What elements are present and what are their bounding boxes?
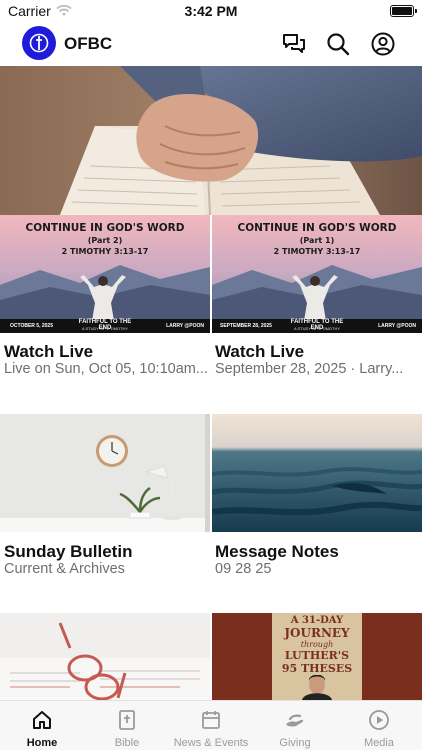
book-line-4: LUTHER'S	[284, 649, 350, 662]
tab-news-events[interactable]: News & Events	[169, 701, 253, 750]
sermon-speaker: LARRY @POON	[166, 323, 204, 329]
bulletin-image	[0, 414, 210, 532]
tile-title: Watch Live	[4, 342, 94, 361]
status-time: 3:42 PM	[184, 3, 238, 19]
sermon-heading: CONTINUE IN GOD'S WORD	[25, 222, 185, 234]
sermon-speaker: LARRY @POON	[378, 323, 416, 329]
home-icon	[33, 711, 51, 729]
sermon-series-sub: A STUDY OF 2 TIMOTHY	[293, 326, 341, 331]
message-notes-tile[interactable]	[212, 414, 422, 532]
sermon-tile-previous[interactable]: CONTINUE IN GOD'S WORD (Part 1) 2 TIMOTH…	[212, 215, 422, 333]
tile-subtitle: Current & Archives	[4, 561, 125, 577]
tab-bible[interactable]: Bible	[85, 701, 169, 750]
sermon-series-sub: A STUDY OF 2 TIMOTHY	[81, 326, 129, 331]
brand-name: OFBC	[64, 34, 113, 53]
tile-title: Sunday Bulletin	[4, 542, 133, 561]
giving-hand-icon	[286, 714, 304, 727]
sermon-heading: CONTINUE IN GOD'S WORD	[237, 222, 397, 234]
bible-icon	[119, 710, 135, 730]
tile-subtitle: Live on Sun, Oct 05, 10:10am...	[4, 361, 208, 377]
devotional-tile[interactable]	[0, 613, 210, 700]
tile-title: Watch Live	[215, 342, 305, 361]
tab-label: Media	[364, 737, 394, 749]
tile-title: Message Notes	[215, 542, 339, 561]
sermon-part: (Part 2)	[87, 236, 123, 245]
tile-subtitle: 09 28 25	[215, 561, 272, 577]
tab-label: Home	[26, 737, 58, 749]
message-notes-image	[212, 414, 422, 532]
tab-label: Bible	[114, 737, 140, 749]
sermon-scripture: 2 TIMOTHY 3:13-17	[61, 247, 149, 256]
church-logo[interactable]	[22, 26, 56, 60]
bulletin-tile[interactable]	[0, 414, 210, 532]
tile-subtitle: September 28, 2025 · Larry...	[215, 361, 404, 377]
book-line-2: JOURNEY	[284, 626, 350, 640]
book-line-3: through	[300, 640, 334, 649]
tab-media[interactable]: Media	[337, 701, 421, 750]
battery-icon	[390, 5, 417, 17]
sermon-part: (Part 1)	[299, 236, 335, 245]
profile-icon[interactable]	[370, 31, 396, 57]
luther-book-tile[interactable]: A 31-DAY JOURNEY through LUTHER'S 95 THE…	[212, 613, 422, 700]
play-circle-icon	[369, 710, 389, 730]
bottom-tab-bar: Home Bible News & Events Giving Media	[0, 700, 422, 750]
book-line-1: A 31-DAY	[290, 615, 344, 626]
tab-label: Giving	[279, 737, 311, 749]
praying-hands-image	[0, 66, 422, 215]
sermon-scripture: 2 TIMOTHY 3:13-17	[273, 247, 361, 256]
clock-desk-photo	[0, 414, 210, 532]
tab-home[interactable]: Home	[0, 701, 84, 750]
luther-portrait	[302, 675, 332, 700]
hero-image[interactable]	[0, 66, 422, 215]
tab-giving[interactable]: Giving	[253, 701, 337, 750]
sermon-date: SEPTEMBER 28, 2025	[220, 323, 272, 329]
ocean-photo	[212, 414, 422, 532]
chat-icon[interactable]	[281, 31, 307, 57]
calendar-icon	[202, 711, 220, 729]
book-line-5: 95 THESES	[281, 662, 353, 675]
logo-icon	[29, 33, 49, 53]
sermon-date: OCTOBER 5, 2025	[10, 323, 53, 329]
status-bar: Carrier 3:42 PM	[0, 0, 422, 22]
sermon-thumbnail: CONTINUE IN GOD'S WORD (Part 1) 2 TIMOTH…	[212, 215, 422, 333]
search-icon[interactable]	[325, 31, 351, 57]
tab-label: News & Events	[173, 737, 249, 749]
glasses-notebook-photo	[0, 613, 210, 700]
app-header: OFBC	[0, 22, 422, 66]
book-cover: A 31-DAY JOURNEY through LUTHER'S 95 THE…	[272, 613, 362, 700]
sermon-thumbnail: CONTINUE IN GOD'S WORD (Part 2) 2 TIMOTH…	[0, 215, 210, 333]
sermon-tile-live[interactable]: CONTINUE IN GOD'S WORD (Part 2) 2 TIMOTH…	[0, 215, 210, 333]
